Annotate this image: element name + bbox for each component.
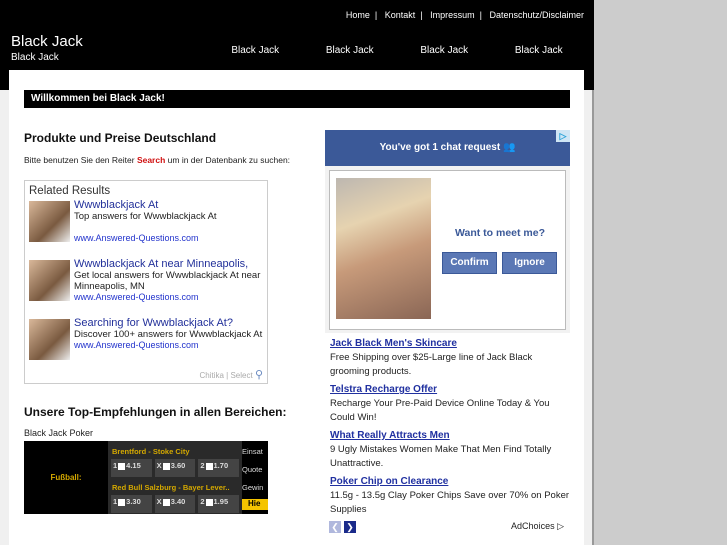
nav-item[interactable]: Black Jack [208,45,303,56]
stake-label: Einsat [242,447,263,456]
chitika-footer[interactable]: Chitika | Select ⚲ [199,368,263,381]
content-panel: Willkommen bei Black Jack! Produkte und … [9,70,584,545]
site-title[interactable]: Black Jack [11,33,83,50]
match-name[interactable]: Red Bull Salzburg - Bayer Lever.. [108,477,242,495]
top-heading: Unsere Top-Empfehlungen in allen Bereich… [24,405,287,419]
text-ad: Telstra Recharge Offer Recharge Your Pre-… [325,384,570,425]
ad-body: Free Shipping over $25-Large line of Jac… [330,352,533,377]
nav-item[interactable]: Black Jack [397,45,492,56]
page: Home | Kontakt | Impressum | Datenschutz/Di… [0,0,594,545]
adchoices-link[interactable]: AdChoices ▷ [511,521,564,532]
odd-option[interactable]: X 3.40 [154,495,196,513]
related-results: Related Results Wwwblackjack At Top answe… [24,180,268,384]
ad-column: You've got 1 chat request 👥 ▷ Want to mee… [325,130,570,535]
ad-pager: ❮ ❯ AdChoices ▷ [325,521,570,535]
win-label: Gewin [242,483,264,492]
result-desc: Get local answers for Wwwblackjack At ne… [74,270,261,292]
text-ad: What Really Attracts Men 9 Ugly Mistakes … [325,430,570,471]
chevron-left-icon[interactable]: ❮ [329,521,341,533]
nav-item[interactable]: Black Jack [492,45,587,56]
ad-title[interactable]: What Really Attracts Men [325,430,570,441]
intro-text: Bitte benutzen Sie den Reiter Search um … [24,155,291,165]
chat-ad-banner[interactable]: You've got 1 chat request 👥 ▷ [325,130,570,166]
odd-option[interactable]: X 3.60 [154,459,196,477]
link-impressum[interactable]: Impressum [430,10,475,20]
ad-title[interactable]: Telstra Recharge Offer [325,384,570,395]
ad-title[interactable]: Jack Black Men's Skincare [325,338,570,349]
page-heading: Produkte und Preise Deutschland [24,131,217,145]
result-url[interactable]: www.Answered-Questions.com [74,233,217,244]
result-url[interactable]: www.Answered-Questions.com [74,292,263,303]
list-item[interactable]: Searching for Wwwblackjack At? Discover 1… [29,317,263,374]
text-ad: Poker Chip on Clearance 11.5g - 13.5g Cla… [325,476,570,517]
odd-option[interactable]: 2 1.70 [198,459,240,477]
site-subtitle: Black Jack [11,52,59,63]
chat-ad-box[interactable]: Want to meet me? Confirm Ignore [329,170,566,330]
search-icon: ⚲ [254,369,263,381]
result-thumbnail [29,201,70,242]
result-url[interactable]: www.Answered-Questions.com [74,340,262,351]
meet-text: Want to meet me? [454,227,546,239]
result-title[interactable]: Searching for Wwwblackjack At? [74,317,262,329]
ad-title[interactable]: Poker Chip on Clearance [325,476,570,487]
result-desc: Discover 100+ answers for Wwwblackjack A… [74,329,263,340]
match-name[interactable]: Brentford - Stoke City [108,441,242,459]
link-datenschutz[interactable]: Datenschutz/Disclaimer [489,10,584,20]
confirm-button[interactable]: Confirm [442,252,497,274]
bet-button[interactable]: Hie [242,499,268,510]
link-home[interactable]: Home [346,10,370,20]
main-nav: Black Jack Black Jack Black Jack Black J… [208,45,586,56]
odd-option[interactable]: 1 4.15 [111,459,152,477]
ad-body: Recharge Your Pre-Paid Device Online Tod… [330,398,550,423]
nav-item[interactable]: Black Jack [303,45,398,56]
text-ad: Jack Black Men's Skincare Free Shipping o… [325,338,570,379]
friend-icon: 👥 [502,142,516,153]
result-title[interactable]: Wwwblackjack At near Minneapolis, [74,258,263,270]
result-desc: Top answers for Wwwblackjack At [74,211,217,222]
list-item[interactable]: Wwwblackjack At near Minneapolis, Get loc… [29,258,263,315]
result-title[interactable]: Wwwblackjack At [74,199,217,211]
betting-widget: Fußball: Brentford - Stoke City 1 4.15 X3… [24,441,268,514]
odd-option[interactable]: 1 3.30 [111,495,152,513]
result-thumbnail [29,260,70,301]
welcome-bar: Willkommen bei Black Jack! [24,90,570,108]
top-links: Home | Kontakt | Impressum | Datenschutz/Di… [345,10,584,20]
ignore-button[interactable]: Ignore [502,252,557,274]
chevron-right-icon[interactable]: ❯ [344,521,356,533]
ad-body: 9 Ugly Mistakes Women Make That Men Find… [330,444,552,469]
odd-option[interactable]: 2 1.95 [198,495,240,513]
link-kontakt[interactable]: Kontakt [385,10,416,20]
adchoices-icon[interactable]: ▷ [556,130,570,142]
ad-body: 11.5g - 13.5g Clay Poker Chips Save over… [330,490,570,515]
profile-photo [336,178,431,319]
quote-label: Quote [242,465,263,474]
poker-label: Black Jack Poker [24,428,94,438]
related-title: Related Results [29,185,111,197]
list-item[interactable]: Wwwblackjack At Top answers for Wwwblackj… [29,199,263,256]
result-thumbnail [29,319,70,360]
sport-label: Fußball: [50,473,82,482]
